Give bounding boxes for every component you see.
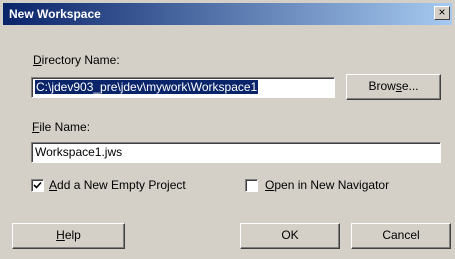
cancel-button[interactable]: Cancel [351, 223, 451, 249]
file-name-input[interactable]: Workspace1.jws [31, 142, 441, 163]
close-icon: × [438, 5, 446, 19]
open-in-new-navigator-checkbox[interactable] [245, 179, 258, 192]
directory-name-input[interactable]: C:\jdev903_pre\jdev\mywork\Workspace1 [31, 77, 335, 98]
file-name-value: Workspace1.jws [35, 145, 123, 159]
ok-button[interactable]: OK [240, 223, 340, 249]
title-bar[interactable]: New Workspace × [3, 3, 452, 25]
file-name-label: File Name: [32, 120, 91, 134]
new-workspace-dialog: New Workspace × Directory Name: C:\jdev9… [0, 0, 455, 259]
add-empty-project-checkbox[interactable] [31, 179, 44, 192]
dialog-title: New Workspace [9, 7, 101, 21]
close-button[interactable]: × [434, 6, 450, 20]
checkmark-icon [33, 181, 42, 189]
help-button[interactable]: Help [12, 223, 125, 249]
directory-name-value: C:\jdev903_pre\jdev\mywork\Workspace1 [35, 80, 259, 94]
directory-name-label: Directory Name: [33, 53, 120, 67]
add-empty-project-label[interactable]: Add a New Empty Project [49, 178, 186, 192]
browse-button[interactable]: Browse... [346, 74, 441, 100]
open-in-new-navigator-label[interactable]: Open in New Navigator [265, 178, 389, 192]
